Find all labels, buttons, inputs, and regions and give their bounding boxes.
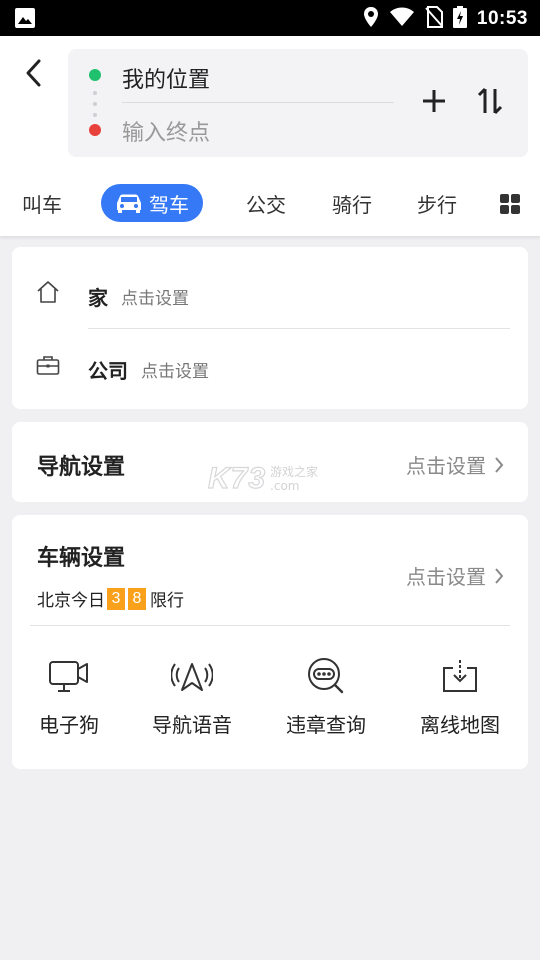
end-dot <box>89 124 101 136</box>
violation-search-icon <box>266 655 386 697</box>
home-label: 家 <box>88 286 108 310</box>
vehicle-settings-action[interactable]: 点击设置 <box>406 561 504 590</box>
location-icon <box>363 6 379 32</box>
tool-label: 电子狗 <box>39 713 99 737</box>
grid-icon[interactable] <box>500 194 520 214</box>
car-icon <box>115 193 143 213</box>
home-icon <box>36 280 60 308</box>
navigation-settings-action-label: 点击设置 <box>406 454 486 478</box>
watermark: K73 游戏之家 .com <box>207 461 319 496</box>
tool-label: 导航语音 <box>152 713 232 737</box>
tool-violation-query[interactable]: 违章查询 <box>266 655 386 738</box>
navigation-settings-action[interactable]: 点击设置 <box>406 450 504 479</box>
watermark-line1: 游戏之家 <box>270 465 319 479</box>
swap-route-button[interactable] <box>474 85 506 117</box>
tool-offline-map[interactable]: 离线地图 <box>400 655 520 738</box>
restricted-plate-digit: 8 <box>128 587 146 610</box>
tool-label: 违章查询 <box>286 713 366 737</box>
restricted-plate-digit: 3 <box>107 587 125 610</box>
divider <box>122 102 394 103</box>
divider <box>88 328 510 329</box>
battery-charging-icon <box>452 6 467 32</box>
transport-tabs: 叫车 驾车 公交 骑行 步行 <box>0 178 540 228</box>
wifi-icon <box>389 7 415 31</box>
home-row[interactable]: 家 点击设置 <box>12 250 528 322</box>
vehicle-settings-card: 车辆设置 北京今日 3 8 限行 点击设置 电子狗 导航语音 违章查询 离线地图 <box>12 515 528 769</box>
watermark-logo: K73 <box>207 461 267 495</box>
company-hint: 点击设置 <box>141 362 209 382</box>
swap-vertical-icon <box>477 87 503 115</box>
company-row[interactable]: 公司 点击设置 <box>12 332 528 404</box>
plus-icon <box>423 90 445 112</box>
tab-bus[interactable]: 公交 <box>246 184 286 222</box>
route-connector <box>93 91 97 117</box>
image-icon <box>14 7 36 33</box>
traffic-restriction: 北京今日 3 8 限行 <box>37 586 184 611</box>
tool-label: 离线地图 <box>420 713 500 737</box>
company-label: 公司 <box>88 359 128 383</box>
tab-drive[interactable]: 驾车 <box>101 184 203 222</box>
vehicle-settings-action-label: 点击设置 <box>406 565 486 589</box>
nav-voice-icon <box>132 655 252 697</box>
restriction-suffix: 限行 <box>150 591 184 611</box>
route-header: 我的位置 输入终点 叫车 驾车 公交 骑行 步行 <box>0 36 540 236</box>
navigation-settings-title: 导航设置 <box>37 455 126 480</box>
offline-download-icon <box>400 655 520 697</box>
clock: 10:53 <box>476 8 528 29</box>
favorite-places-card: 家 点击设置 公司 点击设置 <box>12 247 528 409</box>
destination-input[interactable]: 输入终点 <box>122 115 382 147</box>
tab-taxi[interactable]: 叫车 <box>22 184 62 222</box>
back-arrow-icon <box>26 59 41 87</box>
chevron-right-icon <box>494 567 504 585</box>
origin-field[interactable]: 我的位置 <box>122 62 210 94</box>
home-hint: 点击设置 <box>121 289 189 309</box>
tab-drive-label: 驾车 <box>149 192 189 217</box>
chevron-right-icon <box>494 456 504 474</box>
tab-walk[interactable]: 步行 <box>417 184 457 222</box>
tool-electronic-dog[interactable]: 电子狗 <box>9 655 129 738</box>
back-button[interactable] <box>18 56 48 90</box>
status-bar: 10:53 <box>0 0 540 36</box>
camera-icon <box>9 655 129 697</box>
route-input-box: 我的位置 输入终点 <box>68 49 528 157</box>
briefcase-icon <box>36 354 60 380</box>
navigation-settings-card[interactable]: 导航设置 K73 游戏之家 .com 点击设置 <box>12 422 528 502</box>
tool-nav-voice[interactable]: 导航语音 <box>132 655 252 738</box>
watermark-line2: .com <box>270 479 300 493</box>
restriction-prefix: 北京今日 <box>37 591 105 611</box>
no-sim-icon <box>425 6 443 32</box>
tab-bike[interactable]: 骑行 <box>332 184 372 222</box>
divider <box>30 625 510 626</box>
start-dot <box>89 69 101 81</box>
add-stop-button[interactable] <box>418 85 450 117</box>
vehicle-settings-title: 车辆设置 <box>37 546 126 571</box>
